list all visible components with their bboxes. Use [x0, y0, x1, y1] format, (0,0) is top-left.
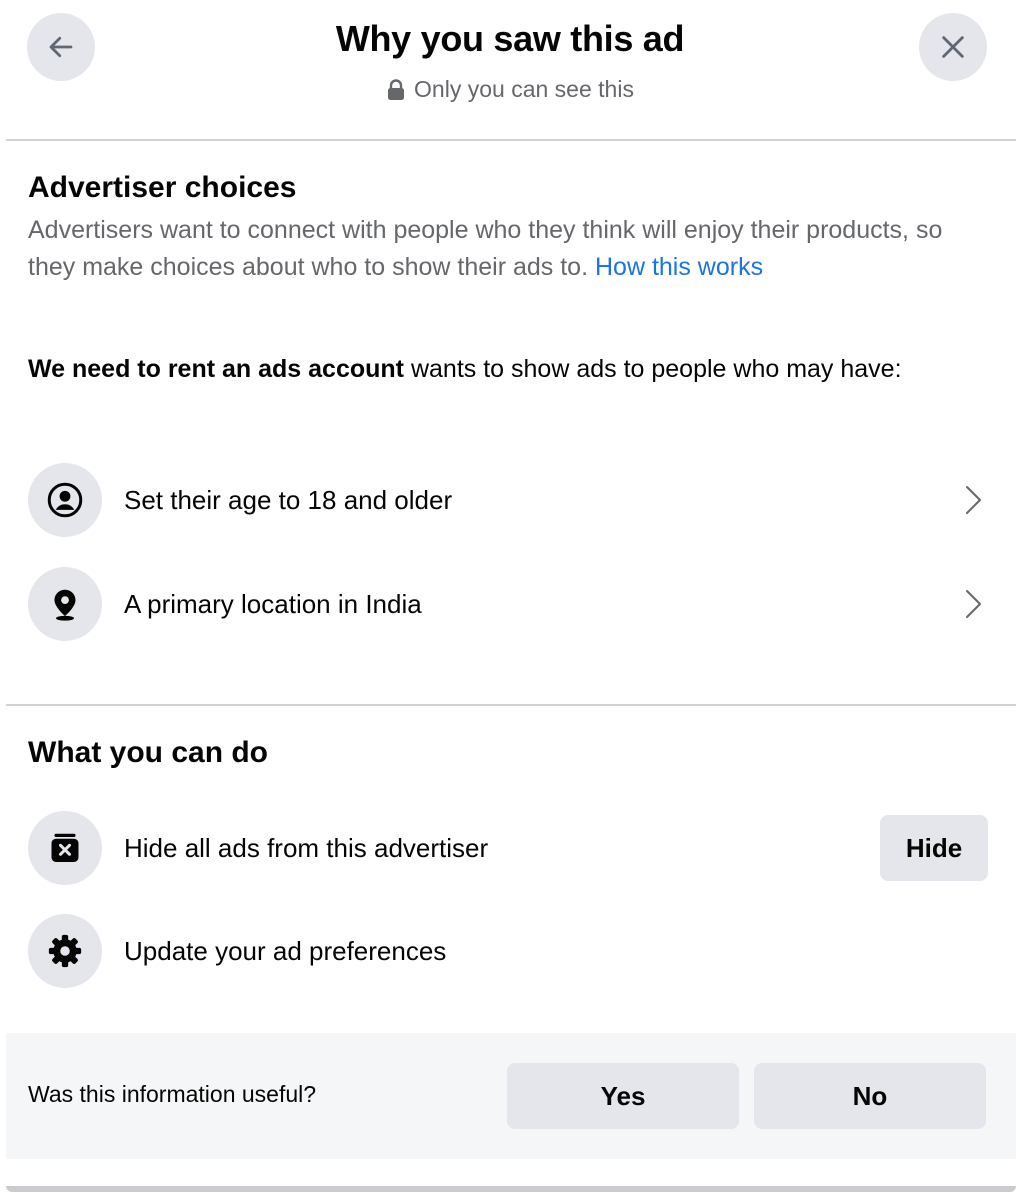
feedback-footer: Was this information useful? Yes No: [6, 1033, 1016, 1159]
location-pin-icon: [54, 589, 76, 621]
privacy-note: Only you can see this: [0, 76, 1020, 103]
advertiser-choices-heading: Advertiser choices: [28, 171, 297, 204]
targeting-item-label: A primary location in India: [124, 588, 422, 619]
chevron-right-icon[interactable]: [958, 584, 988, 624]
privacy-note-text: Only you can see this: [414, 76, 634, 102]
what-you-can-do-heading: What you can do: [28, 736, 268, 769]
feedback-question: Was this information useful?: [28, 1081, 317, 1107]
advertiser-description-text: Advertisers want to connect with people …: [28, 216, 943, 281]
header-divider: [6, 139, 1016, 141]
lock-icon: [388, 78, 405, 100]
how-this-works-link[interactable]: How this works: [595, 253, 763, 281]
preferences-icon-wrapper: [28, 914, 102, 988]
person-circle-icon: [47, 482, 83, 518]
dialog-bottom-edge: [6, 1186, 1016, 1192]
close-icon: [942, 36, 964, 58]
ad-preferences-row[interactable]: Update your ad preferences: [28, 913, 988, 989]
advertiser-name: We need to rent an ads account: [28, 355, 405, 383]
targeting-intro: We need to rent an ads account wants to …: [28, 351, 978, 388]
gear-icon: [48, 934, 82, 968]
hide-icon-wrapper: [28, 811, 102, 885]
targeting-item-label: Set their age to 18 and older: [124, 484, 453, 515]
why-you-saw-this-ad-dialog: Why you saw this ad Only you can see thi…: [0, 0, 1020, 1200]
dialog-title: Why you saw this ad: [335, 18, 685, 59]
yes-button[interactable]: Yes: [507, 1063, 739, 1129]
targeting-item-age[interactable]: Set their age to 18 and older: [28, 462, 988, 538]
location-icon-wrapper: [28, 567, 102, 641]
advertiser-choices-description: Advertisers want to connect with people …: [28, 212, 978, 286]
hide-button[interactable]: Hide: [880, 815, 988, 881]
age-icon-wrapper: [28, 463, 102, 537]
chevron-right-icon[interactable]: [958, 480, 988, 520]
dialog-header: Why you saw this ad Only you can see thi…: [0, 0, 1020, 140]
targeting-intro-text: wants to show ads to people who may have…: [410, 355, 902, 383]
ad-preferences-label: Update your ad preferences: [124, 935, 447, 966]
section-divider: [6, 704, 1016, 706]
close-button[interactable]: [919, 13, 987, 81]
hide-advertiser-row: Hide all ads from this advertiser Hide: [28, 810, 988, 886]
hide-ad-icon: [51, 833, 79, 862]
targeting-item-location[interactable]: A primary location in India: [28, 566, 988, 642]
hide-advertiser-label: Hide all ads from this advertiser: [124, 832, 489, 863]
no-button[interactable]: No: [754, 1063, 986, 1129]
